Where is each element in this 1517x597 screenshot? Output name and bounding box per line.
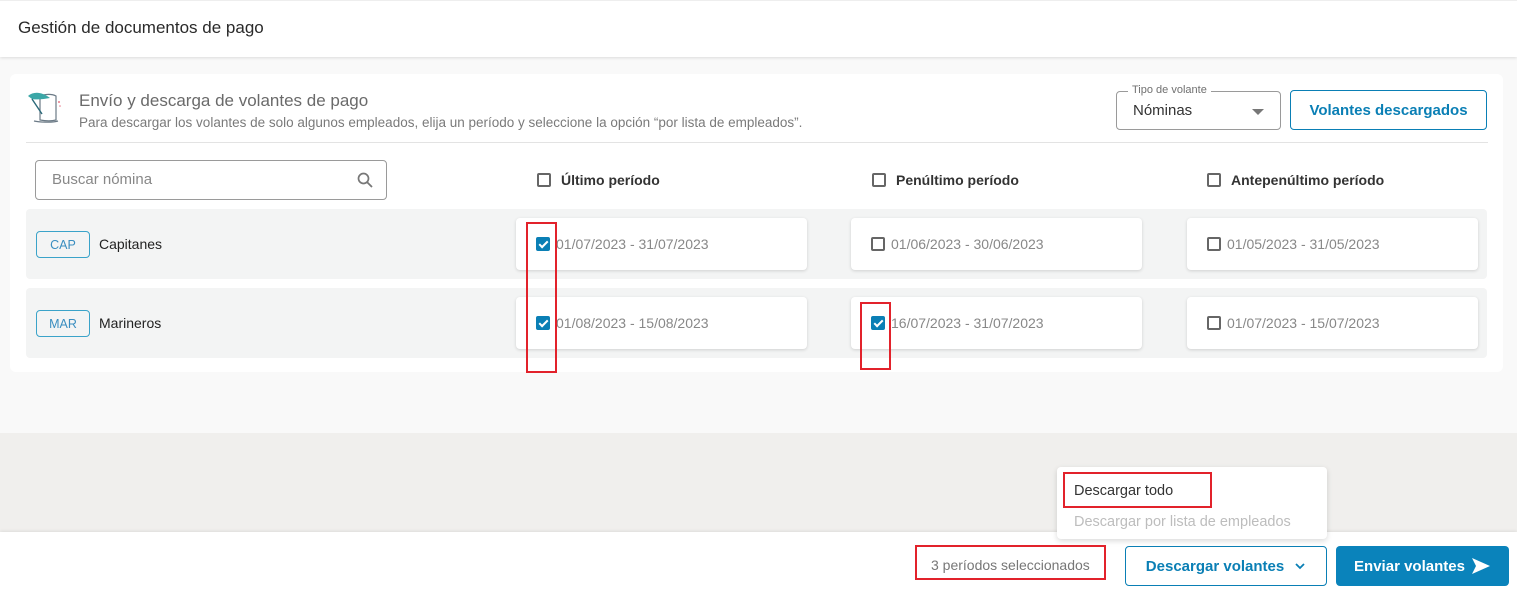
period-checkbox[interactable] [536, 237, 550, 251]
period-range: 01/08/2023 - 15/08/2023 [556, 315, 709, 331]
tipo-volante-select[interactable]: Tipo de volante Nóminas [1116, 84, 1281, 130]
scroll-quill-icon [28, 92, 61, 123]
period-checkbox[interactable] [1207, 316, 1221, 330]
search-icon[interactable] [356, 171, 374, 189]
descargar-volantes-label: Descargar volantes [1145, 557, 1285, 575]
selected-periods-count: 3 períodos seleccionados [931, 557, 1090, 573]
row-tag: CAP [36, 231, 90, 258]
row-tag: MAR [36, 310, 90, 337]
column-checkbox-antepenultimo[interactable] [1207, 173, 1221, 187]
divider [26, 142, 1488, 143]
period-range: 16/07/2023 - 31/07/2023 [891, 315, 1044, 331]
card-title: Envío y descarga de volantes de pago [79, 91, 369, 110]
card-subtitle: Para descargar los volantes de solo algu… [79, 115, 803, 130]
chevron-down-icon [1295, 563, 1305, 570]
payslip-card: Envío y descarga de volantes de pago Par… [10, 74, 1503, 372]
column-checkbox-ultimo[interactable] [537, 173, 551, 187]
period-card[interactable]: 01/06/2023 - 30/06/2023 [851, 218, 1142, 270]
search-input[interactable] [52, 171, 342, 188]
column-header-ultimo[interactable]: Último período [537, 172, 660, 188]
period-card[interactable]: 01/07/2023 - 15/07/2023 [1187, 297, 1478, 349]
send-icon [1471, 558, 1490, 574]
period-card[interactable]: 16/07/2023 - 31/07/2023 [851, 297, 1142, 349]
period-card[interactable]: 01/08/2023 - 15/08/2023 [516, 297, 807, 349]
period-range: 01/07/2023 - 15/07/2023 [1227, 315, 1380, 331]
period-checkbox[interactable] [536, 316, 550, 330]
page-header: Gestión de documentos de pago [0, 0, 1517, 57]
search-field[interactable] [35, 160, 387, 200]
table-row: MAR Marineros 01/08/2023 - 15/08/2023 16… [26, 288, 1487, 358]
column-label: Penúltimo período [896, 172, 1019, 188]
period-range: 01/07/2023 - 31/07/2023 [556, 236, 709, 252]
period-checkbox[interactable] [871, 316, 885, 330]
column-checkbox-penultimo[interactable] [872, 173, 886, 187]
column-header-penultimo[interactable]: Penúltimo período [872, 172, 1019, 188]
volantes-descargados-button[interactable]: Volantes descargados [1290, 90, 1487, 130]
enviar-volantes-button[interactable]: Enviar volantes [1336, 546, 1509, 586]
column-header-antepenultimo[interactable]: Antepenúltimo período [1207, 172, 1384, 188]
descargar-volantes-button[interactable]: Descargar volantes [1125, 546, 1327, 586]
table-row: CAP Capitanes 01/07/2023 - 31/07/2023 01… [26, 209, 1487, 279]
page-title: Gestión de documentos de pago [18, 18, 264, 37]
column-label: Último período [561, 172, 660, 188]
period-checkbox[interactable] [1207, 237, 1221, 251]
tipo-volante-value: Nóminas [1133, 102, 1193, 119]
period-range: 01/06/2023 - 30/06/2023 [891, 236, 1044, 252]
period-range: 01/05/2023 - 31/05/2023 [1227, 236, 1380, 252]
period-checkbox[interactable] [871, 237, 885, 251]
column-label: Antepenúltimo período [1231, 172, 1385, 188]
row-name: Capitanes [99, 236, 163, 252]
menu-item-descargar-todo[interactable]: Descargar todo [1074, 483, 1173, 499]
download-dropdown-menu: Descargar todo Descargar por lista de em… [1057, 467, 1327, 539]
menu-item-descargar-por-lista: Descargar por lista de empleados [1074, 514, 1291, 530]
tipo-volante-label: Tipo de volante [1128, 84, 1211, 96]
enviar-volantes-label: Enviar volantes [1354, 557, 1465, 575]
period-card[interactable]: 01/07/2023 - 31/07/2023 [516, 218, 807, 270]
caret-down-icon [1252, 109, 1264, 115]
row-name: Marineros [99, 315, 162, 331]
period-card[interactable]: 01/05/2023 - 31/05/2023 [1187, 218, 1478, 270]
